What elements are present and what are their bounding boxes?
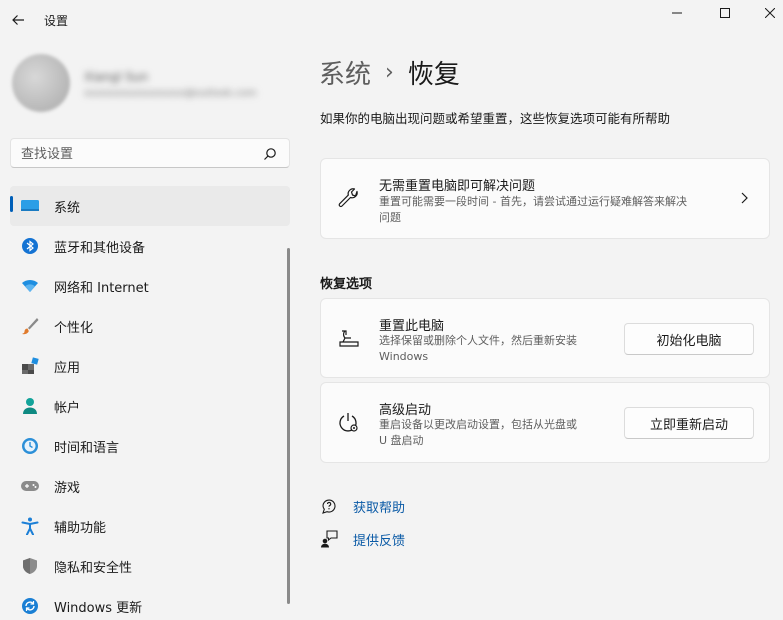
breadcrumb: 系统 › 恢复 <box>319 54 460 90</box>
reset-pc-title: 重置此电脑 <box>379 319 445 334</box>
sidebar-item-label: 系统 <box>54 200 81 216</box>
advanced-startup-icon <box>339 413 358 432</box>
title-bar: 设置 <box>0 0 783 40</box>
sidebar-item-windows-update[interactable]: Windows 更新 <box>10 586 290 620</box>
user-name: Xiangl Sun <box>84 70 149 84</box>
sidebar-item-label: Windows 更新 <box>54 600 143 616</box>
minimize-button[interactable] <box>655 0 699 26</box>
give-feedback-link[interactable]: 提供反馈 <box>318 528 405 550</box>
sidebar-item-accessibility[interactable]: 辅助功能 <box>10 506 290 546</box>
page-title: 恢复 <box>407 59 460 90</box>
user-email: xxxxxxxxxxxxxxxxx@outlook.com <box>84 88 257 99</box>
breadcrumb-parent[interactable]: 系统 <box>319 54 371 91</box>
avatar[interactable] <box>12 54 70 112</box>
time-language-icon <box>20 436 40 456</box>
sidebar-item-label: 应用 <box>54 360 81 376</box>
sidebar-item-apps[interactable]: 应用 <box>10 346 290 386</box>
search-input[interactable] <box>21 145 251 163</box>
reset-pc-button[interactable]: 初始化电脑 <box>624 323 754 355</box>
sidebar-item-label: 游戏 <box>54 480 81 496</box>
maximize-icon <box>720 8 730 18</box>
sidebar-item-label: 网络和 Internet <box>54 280 149 296</box>
sidebar-item-gaming[interactable]: 游戏 <box>10 466 290 506</box>
sidebar-item-label: 蓝牙和其他设备 <box>54 240 146 256</box>
sidebar-item-label: 个性化 <box>54 320 94 336</box>
bluetooth-icon <box>20 236 40 256</box>
minimize-icon <box>672 12 682 14</box>
advanced-startup-subtitle: 重启设备以更改启动设置，包括从光盘或 <box>379 418 577 431</box>
sidebar-item-bluetooth[interactable]: 蓝牙和其他设备 <box>10 226 290 266</box>
apps-icon <box>20 356 40 376</box>
help-icon <box>318 495 340 517</box>
account-icon <box>20 396 40 416</box>
app-title: 设置 <box>44 14 69 28</box>
sidebar-item-label: 隐私和安全性 <box>54 560 133 576</box>
troubleshoot-card[interactable]: 无需重置电脑即可解决问题 重置可能需要一段时间 - 首先，请尝试通过运行疑难解答… <box>320 158 770 239</box>
system-icon <box>20 196 40 216</box>
update-icon <box>20 596 40 616</box>
accessibility-icon <box>20 516 40 536</box>
wifi-icon <box>20 276 40 296</box>
shield-icon <box>20 556 40 576</box>
close-icon <box>765 8 775 18</box>
troubleshoot-subtitle: 问题 <box>379 211 401 224</box>
recovery-options-heading: 恢复选项 <box>320 277 373 292</box>
reset-pc-subtitle: Windows <box>379 350 429 363</box>
advanced-startup-title: 高级启动 <box>379 403 432 418</box>
sidebar-item-label: 辅助功能 <box>54 520 107 536</box>
sidebar-item-time-language[interactable]: 时间和语言 <box>10 426 290 466</box>
maximize-button[interactable] <box>703 0 747 26</box>
troubleshoot-subtitle: 重置可能需要一段时间 - 首先，请尝试通过运行疑难解答来解决 <box>379 195 687 208</box>
get-help-label[interactable]: 获取帮助 <box>353 497 405 516</box>
search-icon[interactable] <box>263 147 277 161</box>
get-help-link[interactable]: 获取帮助 <box>318 495 405 517</box>
sidebar-item-label: 帐户 <box>54 400 81 416</box>
sidebar-item-network[interactable]: 网络和 Internet <box>10 266 290 306</box>
troubleshoot-title: 无需重置电脑即可解决问题 <box>379 179 536 194</box>
advanced-startup-card: 高级启动 重启设备以更改启动设置，包括从光盘或 U 盘启动 立即重新启动 <box>320 382 770 463</box>
reset-pc-icon <box>339 330 359 347</box>
page-description: 如果你的电脑出现问题或希望重置，这些恢复选项可能有所帮助 <box>320 111 671 126</box>
wrench-icon <box>338 188 358 208</box>
sidebar-nav: 系统 蓝牙和其他设备 网络和 Internet 个性化 应用 帐户 时间和语言 … <box>10 186 290 620</box>
give-feedback-label[interactable]: 提供反馈 <box>353 530 405 549</box>
restart-now-button[interactable]: 立即重新启动 <box>624 407 754 439</box>
feedback-icon <box>318 528 340 550</box>
gamepad-icon <box>20 476 40 496</box>
sidebar-item-accounts[interactable]: 帐户 <box>10 386 290 426</box>
search-box[interactable] <box>10 138 290 168</box>
reset-pc-subtitle: 选择保留或删除个人文件，然后重新安装 <box>379 334 577 347</box>
chevron-right-icon <box>741 192 748 204</box>
sidebar-item-privacy[interactable]: 隐私和安全性 <box>10 546 290 586</box>
brush-icon <box>20 316 40 336</box>
breadcrumb-separator: › <box>385 59 394 85</box>
close-button[interactable] <box>748 0 783 26</box>
sidebar-item-personalization[interactable]: 个性化 <box>10 306 290 346</box>
sidebar-item-label: 时间和语言 <box>54 440 120 456</box>
sidebar-scrollbar[interactable] <box>287 248 290 604</box>
sidebar-item-system[interactable]: 系统 <box>10 186 290 226</box>
back-button[interactable] <box>6 6 30 34</box>
reset-pc-card: 重置此电脑 选择保留或删除个人文件，然后重新安装 Windows 初始化电脑 <box>320 298 770 378</box>
back-arrow-icon <box>12 15 24 25</box>
advanced-startup-subtitle: U 盘启动 <box>379 434 424 447</box>
